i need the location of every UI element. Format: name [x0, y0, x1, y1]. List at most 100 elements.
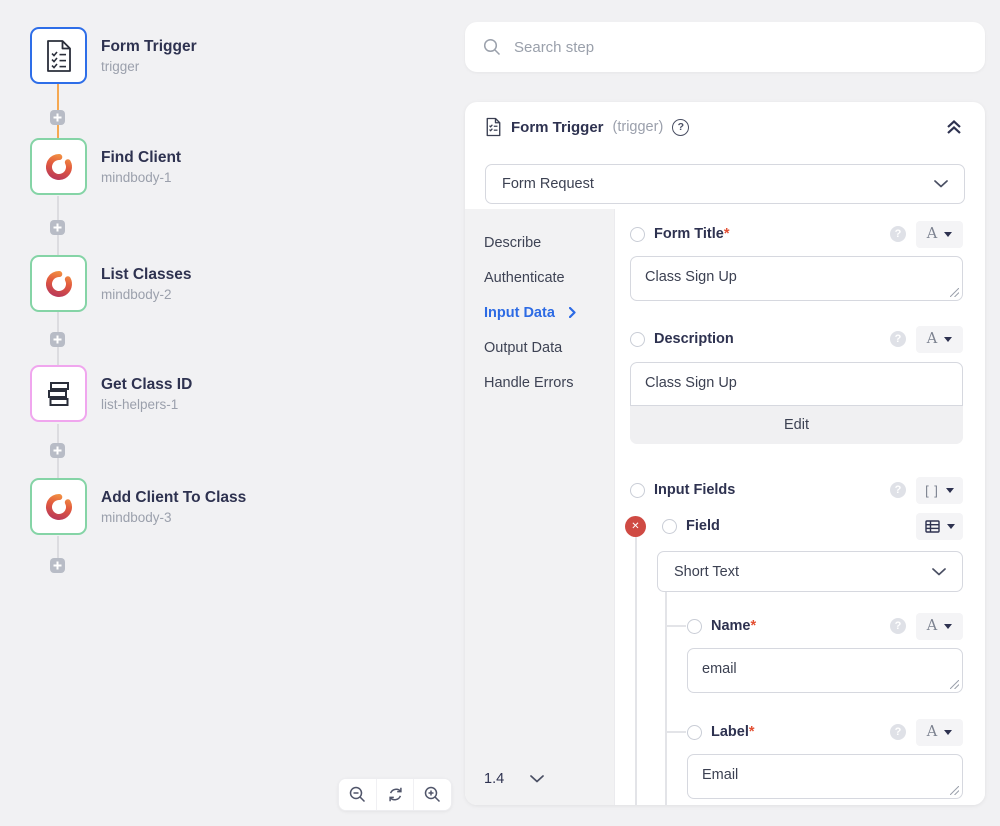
plus-icon	[53, 446, 62, 455]
workflow-step-add-client-to-class[interactable]: Add Client To Class mindbody-3	[30, 478, 246, 535]
mindbody-node[interactable]	[30, 478, 87, 535]
field-type-selector-text[interactable]: A	[916, 719, 963, 746]
caret-down-icon	[946, 488, 954, 493]
field-header-description: Description A	[630, 329, 963, 349]
list-bars-icon	[44, 379, 74, 409]
name-input-wrap: email	[687, 648, 963, 693]
help-icon[interactable]	[890, 482, 906, 498]
tab-authenticate[interactable]: Authenticate	[465, 260, 614, 295]
type-table-icon	[925, 520, 940, 533]
add-step-button[interactable]	[50, 332, 65, 347]
field-label: Form Title*	[654, 226, 729, 242]
zoom-in-icon	[423, 785, 442, 804]
tab-label: Describe	[484, 235, 541, 251]
operation-selected-value: Form Request	[502, 176, 594, 192]
tab-label: Handle Errors	[484, 375, 573, 391]
field-label: Input Fields	[654, 482, 735, 498]
workflow-builder-app: Form Trigger trigger Find Client mindbod…	[0, 0, 1000, 826]
workflow-step-find-client[interactable]: Find Client mindbody-1	[30, 138, 181, 195]
name-input[interactable]: email	[687, 648, 963, 693]
version-number: 1.4	[484, 771, 504, 787]
tree-connector-line	[665, 625, 686, 627]
tab-describe[interactable]: Describe	[465, 225, 614, 260]
add-step-button[interactable]	[50, 558, 65, 573]
step-subtitle: mindbody-1	[101, 170, 181, 185]
step-title: Add Client To Class	[101, 489, 246, 507]
list-helpers-node[interactable]	[30, 365, 87, 422]
field-header-input-fields: Input Fields [ ]	[630, 480, 963, 500]
caret-down-icon	[944, 730, 952, 735]
field-header-form-title: Form Title* A	[630, 224, 963, 244]
workflow-step-get-class-id[interactable]: Get Class ID list-helpers-1	[30, 365, 192, 422]
help-icon[interactable]	[890, 724, 906, 740]
field-label: Label*	[711, 724, 755, 740]
zoom-in-button[interactable]	[413, 779, 451, 810]
connector-toggle[interactable]	[687, 619, 702, 634]
form-title-input[interactable]: Class Sign Up	[630, 256, 963, 301]
form-title-input-wrap: Class Sign Up	[630, 256, 963, 301]
description-input[interactable]: Class Sign Up	[630, 362, 963, 406]
workflow-step-list-classes[interactable]: List Classes mindbody-2	[30, 255, 191, 312]
search-input[interactable]	[514, 39, 967, 56]
step-subtitle: mindbody-3	[101, 510, 246, 525]
field-label: Field	[686, 518, 720, 534]
edit-description-button[interactable]: Edit	[630, 406, 963, 444]
add-step-button[interactable]	[50, 110, 65, 125]
collapse-panel-button[interactable]	[943, 117, 965, 137]
add-step-button[interactable]	[50, 220, 65, 235]
tab-label: Input Data	[484, 305, 555, 321]
plus-icon	[53, 561, 62, 570]
connector-toggle[interactable]	[630, 332, 645, 347]
help-icon[interactable]	[890, 331, 906, 347]
add-step-button[interactable]	[50, 443, 65, 458]
plus-icon	[53, 223, 62, 232]
tab-label: Output Data	[484, 340, 562, 356]
mindbody-logo-icon	[42, 267, 76, 301]
canvas-zoom-toolbar	[338, 778, 452, 811]
tab-input-data[interactable]: Input Data	[465, 295, 614, 330]
mindbody-node[interactable]	[30, 138, 87, 195]
description-input-wrap: Class Sign Up Edit	[630, 362, 963, 444]
help-icon[interactable]	[672, 119, 689, 136]
connector-toggle[interactable]	[630, 483, 645, 498]
panel-title-suffix: (trigger)	[613, 119, 664, 135]
field-type-selector-text[interactable]: A	[916, 326, 963, 353]
connector-toggle[interactable]	[687, 725, 702, 740]
reset-zoom-button[interactable]	[376, 779, 414, 810]
operation-select[interactable]: Form Request	[485, 164, 965, 204]
refresh-icon	[386, 785, 405, 804]
field-type-selector-text[interactable]: A	[916, 221, 963, 248]
tree-connector-line	[635, 536, 637, 805]
step-title: Find Client	[101, 149, 181, 167]
chevron-down-icon	[530, 775, 544, 783]
connector-toggle[interactable]	[630, 227, 645, 242]
field-type-selector-text[interactable]: A	[916, 613, 963, 640]
panel-header: Form Trigger (trigger)	[465, 102, 985, 152]
connector-toggle[interactable]	[662, 519, 677, 534]
remove-field-button[interactable]	[625, 516, 646, 537]
checklist-document-icon	[485, 117, 502, 137]
step-title: Form Trigger	[101, 38, 197, 56]
checklist-document-icon	[44, 39, 74, 73]
tab-handle-errors[interactable]: Handle Errors	[465, 365, 614, 400]
field-item-row: Field	[625, 515, 963, 537]
version-selector[interactable]: 1.4	[484, 771, 544, 787]
input-data-form: Form Title* A Class Sign Up	[615, 209, 985, 805]
field-type-selector-object[interactable]	[916, 513, 963, 540]
chevron-down-icon	[932, 568, 946, 576]
plus-icon	[53, 335, 62, 344]
form-trigger-node[interactable]	[30, 27, 87, 84]
field-type-selector-array[interactable]: [ ]	[916, 477, 963, 504]
label-input[interactable]: Email	[687, 754, 963, 799]
step-search-bar	[465, 22, 985, 72]
tab-output-data[interactable]: Output Data	[465, 330, 614, 365]
zoom-out-button[interactable]	[339, 779, 376, 810]
tree-connector-line	[665, 592, 667, 805]
mindbody-logo-icon	[42, 150, 76, 184]
panel-tabs-sidebar: Describe Authenticate Input Data Output …	[465, 209, 615, 805]
field-kind-select[interactable]: Short Text	[657, 551, 963, 592]
help-icon[interactable]	[890, 618, 906, 634]
mindbody-node[interactable]	[30, 255, 87, 312]
workflow-step-form-trigger[interactable]: Form Trigger trigger	[30, 27, 197, 84]
help-icon[interactable]	[890, 226, 906, 242]
